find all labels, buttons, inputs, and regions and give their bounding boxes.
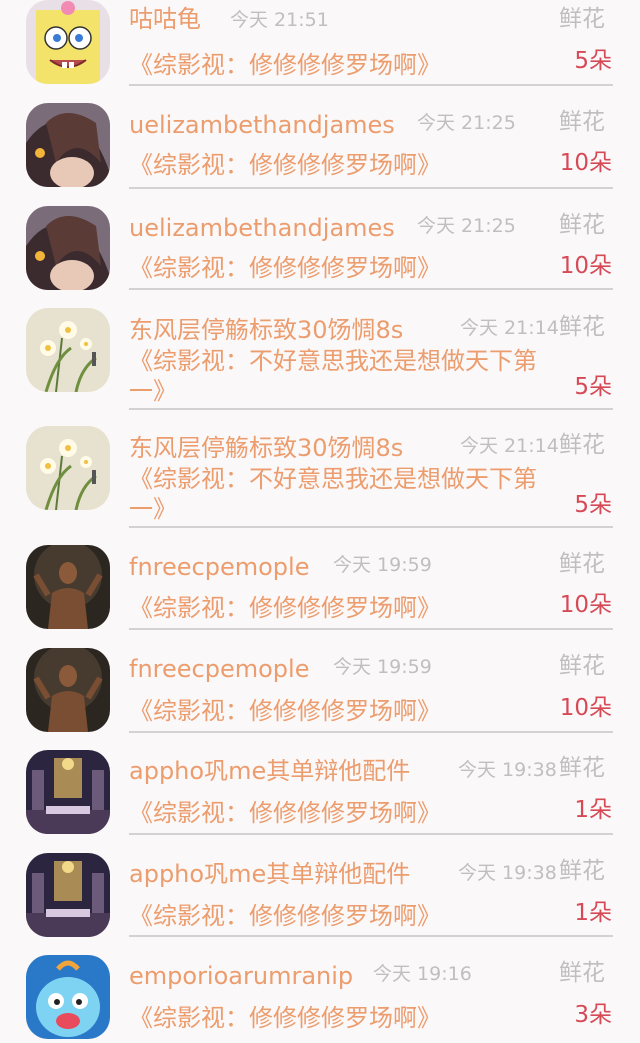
- gift-type-label: 鲜花: [559, 856, 605, 886]
- row-divider: [129, 731, 613, 733]
- gift-type-label: 鲜花: [559, 312, 605, 342]
- gift-count: 10朵: [559, 695, 612, 721]
- timestamp: 今天 21:14: [460, 317, 559, 339]
- gift-type-label: 鲜花: [559, 753, 605, 783]
- gift-type-label: 鲜花: [559, 107, 605, 137]
- sender-name[interactable]: fnreecpemople: [129, 552, 309, 582]
- timestamp: 今天 21:25: [417, 112, 516, 134]
- gift-count: 1朵: [574, 797, 612, 823]
- work-title-link[interactable]: 《综影视：修修修修罗场啊》: [129, 253, 549, 283]
- work-title-link[interactable]: 《综影视：修修修修罗场啊》: [129, 696, 549, 726]
- work-title-link[interactable]: 《综影视：修修修修罗场啊》: [129, 50, 549, 80]
- gift-type-label: 鲜花: [559, 430, 605, 460]
- timestamp: 今天 19:59: [333, 656, 432, 678]
- gift-count: 10朵: [559, 150, 612, 176]
- work-title-link[interactable]: 《综影视：不好意思我还是想做天下第一》: [129, 464, 549, 524]
- sender-name[interactable]: appho巩me其单辩他配件: [129, 859, 410, 889]
- cartoon-sponge-avatar[interactable]: [26, 0, 110, 84]
- man-portrait-avatar[interactable]: [26, 545, 110, 629]
- gift-count: 10朵: [559, 253, 612, 279]
- row-divider: [129, 833, 613, 835]
- timestamp: 今天 19:38: [458, 862, 557, 884]
- sender-name[interactable]: emporioarumranip: [129, 961, 353, 991]
- row-divider: [129, 288, 613, 290]
- row-divider: [129, 84, 613, 86]
- girl-hair-avatar[interactable]: [26, 206, 110, 290]
- gift-count: 1朵: [574, 900, 612, 926]
- gift-count: 3朵: [574, 1002, 612, 1028]
- sender-name[interactable]: 咕咕龟: [129, 4, 201, 34]
- work-title-link[interactable]: 《综影视：修修修修罗场啊》: [129, 1003, 549, 1033]
- timestamp: 今天 21:51: [230, 9, 329, 31]
- gift-type-label: 鲜花: [559, 4, 605, 34]
- sender-name[interactable]: uelizambethandjames: [129, 213, 395, 243]
- flower-painting-avatar[interactable]: [26, 308, 110, 392]
- work-title-link[interactable]: 《综影视：不好意思我还是想做天下第一》: [129, 346, 549, 406]
- gift-type-label: 鲜花: [559, 549, 605, 579]
- timestamp: 今天 21:25: [417, 215, 516, 237]
- gift-type-label: 鲜花: [559, 958, 605, 988]
- timestamp: 今天 19:59: [333, 554, 432, 576]
- flower-painting-avatar[interactable]: [26, 426, 110, 510]
- hall-interior-avatar[interactable]: [26, 853, 110, 937]
- gift-type-label: 鲜花: [559, 651, 605, 681]
- gift-type-label: 鲜花: [559, 210, 605, 240]
- row-divider: [129, 935, 613, 937]
- timestamp: 今天 19:38: [458, 759, 557, 781]
- sender-name[interactable]: 东风层停觞标致30饧惆8s: [129, 433, 403, 463]
- gift-count: 10朵: [559, 592, 612, 618]
- gift-count: 5朵: [574, 374, 612, 400]
- work-title-link[interactable]: 《综影视：修修修修罗场啊》: [129, 150, 549, 180]
- sender-name[interactable]: fnreecpemople: [129, 654, 309, 684]
- row-divider: [129, 526, 613, 528]
- gift-count: 5朵: [574, 48, 612, 74]
- row-divider: [129, 408, 613, 410]
- girl-hair-avatar[interactable]: [26, 103, 110, 187]
- timestamp: 今天 19:16: [373, 963, 472, 985]
- timestamp: 今天 21:14: [460, 435, 559, 457]
- row-divider: [129, 628, 613, 630]
- work-title-link[interactable]: 《综影视：修修修修罗场啊》: [129, 798, 549, 828]
- sender-name[interactable]: 东风层停觞标致30饧惆8s: [129, 315, 403, 345]
- hall-interior-avatar[interactable]: [26, 750, 110, 834]
- sender-name[interactable]: uelizambethandjames: [129, 110, 395, 140]
- gift-count: 5朵: [574, 492, 612, 518]
- sender-name[interactable]: appho巩me其单辩他配件: [129, 756, 410, 786]
- row-divider: [129, 187, 613, 189]
- work-title-link[interactable]: 《综影视：修修修修罗场啊》: [129, 593, 549, 623]
- work-title-link[interactable]: 《综影视：修修修修罗场啊》: [129, 901, 549, 931]
- man-portrait-avatar[interactable]: [26, 648, 110, 732]
- cartoon-blue-creature-avatar[interactable]: [26, 955, 110, 1039]
